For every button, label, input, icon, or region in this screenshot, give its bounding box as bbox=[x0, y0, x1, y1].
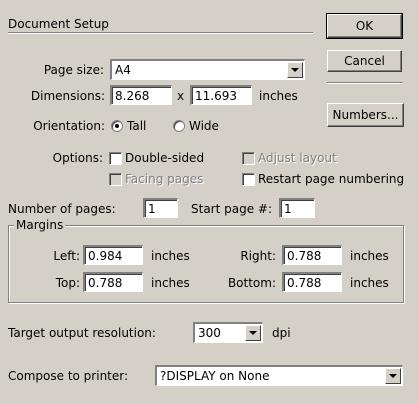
margin-right-field[interactable]: 0.788 bbox=[282, 245, 342, 265]
resolution-unit: dpi bbox=[272, 326, 291, 340]
margin-bottom-unit: inches bbox=[350, 276, 389, 290]
resolution-label: Target output resolution: bbox=[8, 326, 156, 340]
orientation-tall-label[interactable]: Tall bbox=[127, 119, 146, 133]
margin-bottom-field[interactable]: 0.788 bbox=[282, 272, 342, 292]
margin-right-label: Right: bbox=[240, 249, 276, 263]
title-divider bbox=[8, 32, 313, 34]
page-size-label: Page size: bbox=[43, 63, 104, 77]
facing-pages-checkbox[interactable] bbox=[109, 173, 122, 186]
margin-top-label: Top: bbox=[55, 276, 80, 290]
ok-button[interactable]: OK bbox=[326, 13, 403, 39]
margin-bottom-label: Bottom: bbox=[227, 276, 276, 290]
printer-label: Compose to printer: bbox=[8, 369, 129, 383]
chevron-down-icon[interactable] bbox=[245, 325, 261, 341]
radio-selected-dot bbox=[115, 124, 119, 128]
orientation-wide-label[interactable]: Wide bbox=[189, 119, 219, 133]
start-page-label: Start page #: bbox=[191, 202, 273, 216]
margins-group bbox=[8, 225, 404, 303]
double-sided-checkbox[interactable] bbox=[109, 152, 122, 165]
numbers-button[interactable]: Numbers... bbox=[327, 103, 404, 127]
page-size-value: A4 bbox=[115, 63, 131, 77]
cancel-button[interactable]: Cancel bbox=[327, 50, 402, 72]
double-sided-label[interactable]: Double-sided bbox=[125, 151, 204, 165]
width-field[interactable]: 8.268 bbox=[110, 85, 172, 105]
adjust-layout-label: Adjust layout bbox=[258, 151, 337, 165]
number-of-pages-label: Number of pages: bbox=[8, 202, 116, 216]
restart-numbering-checkbox[interactable] bbox=[242, 173, 255, 186]
dimensions-label: Dimensions: bbox=[30, 89, 105, 103]
height-field[interactable]: 11.693 bbox=[190, 85, 252, 105]
resolution-select[interactable]: 300 bbox=[193, 322, 263, 343]
page-size-select[interactable]: A4 bbox=[110, 59, 305, 80]
number-of-pages-field[interactable]: 1 bbox=[143, 198, 178, 218]
orientation-label: Orientation: bbox=[33, 119, 105, 133]
dimensions-times: x bbox=[177, 89, 185, 103]
restart-numbering-label[interactable]: Restart page numbering bbox=[258, 172, 404, 186]
margin-left-label: Left: bbox=[53, 249, 80, 263]
chevron-down-icon[interactable] bbox=[385, 368, 401, 384]
printer-value: ?DISPLAY on None bbox=[160, 369, 270, 383]
margin-left-field[interactable]: 0.984 bbox=[83, 245, 143, 265]
margin-left-unit: inches bbox=[151, 249, 190, 263]
adjust-layout-checkbox[interactable] bbox=[242, 152, 255, 165]
chevron-down-icon[interactable] bbox=[287, 62, 303, 78]
margin-top-unit: inches bbox=[151, 276, 190, 290]
start-page-field[interactable]: 1 bbox=[279, 198, 315, 218]
options-label: Options: bbox=[52, 151, 103, 165]
resolution-value: 300 bbox=[198, 326, 221, 340]
facing-pages-label: Facing pages bbox=[125, 172, 204, 186]
margin-top-field[interactable]: 0.788 bbox=[83, 272, 143, 292]
dimensions-unit: inches bbox=[259, 89, 298, 103]
button-divider bbox=[327, 82, 403, 84]
dialog-title: Document Setup bbox=[8, 17, 109, 31]
orientation-wide-radio[interactable] bbox=[173, 120, 185, 132]
orientation-tall-radio[interactable] bbox=[111, 120, 123, 132]
printer-select[interactable]: ?DISPLAY on None bbox=[155, 365, 403, 386]
margin-right-unit: inches bbox=[350, 249, 389, 263]
margins-title: Margins bbox=[14, 218, 66, 232]
